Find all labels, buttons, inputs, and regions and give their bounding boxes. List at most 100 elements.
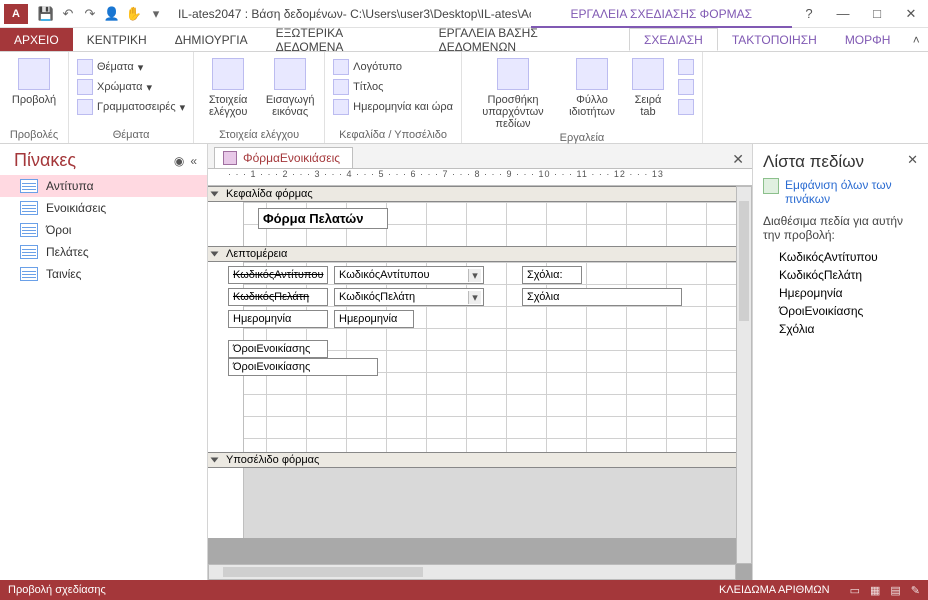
logo-button[interactable]: Λογότυπο <box>331 58 455 76</box>
field-list-title: Λίστα πεδίων <box>763 152 864 172</box>
show-all-tables-link[interactable]: Εμφάνιση όλων των πινάκων <box>763 178 918 206</box>
collapse-ribbon-icon[interactable]: ˄ <box>904 28 928 51</box>
group-controls: Στοιχεία ελέγχου <box>200 127 318 143</box>
view-design-icon[interactable]: ✎ <box>911 584 920 597</box>
title-label: Τίτλος <box>353 81 383 93</box>
nav-item-antitypa[interactable]: Αντίτυπα <box>0 175 207 197</box>
touch-icon[interactable]: ✋ <box>126 6 142 22</box>
nav-item-tainies[interactable]: Ταινίες <box>0 263 207 285</box>
property-sheet-button[interactable]: Φύλλο ιδιοτήτων <box>564 54 620 118</box>
table-icon <box>20 245 38 259</box>
tab-dbtools[interactable]: ΕΡΓΑΛΕΙΑ ΒΑΣΗΣ ΔΕΔΟΜΕΝΩΝ <box>425 28 629 51</box>
label-imerominia[interactable]: Ημερομηνία <box>228 310 328 328</box>
table-icon <box>20 267 38 281</box>
form-title-label[interactable]: Φόρμα Πελατών <box>258 208 388 229</box>
tab-arrange[interactable]: ΤΑΚΤΟΠΟΙΗΣΗ <box>718 28 831 51</box>
tab-home[interactable]: ΚΕΝΤΡΙΚΗ <box>73 28 161 51</box>
close-icon[interactable]: ✕ <box>894 0 928 28</box>
view-form-icon[interactable]: ▭ <box>850 584 860 597</box>
group-header: Κεφαλίδα / Υποσέλιδο <box>331 127 455 143</box>
colors-icon <box>77 79 93 95</box>
existing-fields-button[interactable]: Προσθήκη υπαρχόντων πεδίων <box>468 54 558 130</box>
vertical-ruler <box>226 202 244 246</box>
tab-file[interactable]: ΑΡΧΕΙΟ <box>0 28 73 51</box>
band-detail[interactable]: Λεπτομέρεια <box>208 246 752 262</box>
table-icon <box>20 223 38 237</box>
vertical-scrollbar[interactable] <box>736 186 752 564</box>
horizontal-scrollbar[interactable] <box>208 564 736 580</box>
minimize-icon[interactable]: — <box>826 0 860 28</box>
document-tab-label: ΦόρμαΕνοικιάσεις <box>243 151 340 165</box>
available-fields-label: Διαθέσιμα πεδία για αυτήν την προβολή: <box>763 214 918 242</box>
text-oroi[interactable]: ΌροιΕνοικίασης <box>228 358 378 376</box>
band-form-header[interactable]: Κεφαλίδα φόρμας <box>208 186 752 202</box>
window-title: IL-ates2047 : Βάση δεδομένων- C:\Users\u… <box>170 7 531 21</box>
title-button[interactable]: Τίτλος <box>331 78 455 96</box>
restore-icon[interactable]: □ <box>860 0 894 28</box>
tab-create[interactable]: ΔΗΜΙΟΥΡΓΙΑ <box>161 28 262 51</box>
save-icon[interactable]: 💾 <box>38 6 54 22</box>
nav-item-oroi[interactable]: Όροι <box>0 219 207 241</box>
status-view-mode: Προβολή σχεδίασης <box>8 584 106 596</box>
design-surface[interactable]: Κεφαλίδα φόρμας Φόρμα Πελατών Λεπτομέρει… <box>208 186 752 580</box>
tab-external[interactable]: ΕΞΩΤΕΡΙΚΑ ΔΕΔΟΜΕΝΑ <box>262 28 425 51</box>
navigation-pane: Πίνακες ◉ « Αντίτυπα Ενοικιάσεις Όροι Πε… <box>0 144 208 580</box>
property-sheet-icon <box>576 58 608 90</box>
field-kod-antitypou[interactable]: ΚωδικόςΑντίτυπου <box>763 248 918 266</box>
tab-design[interactable]: ΣΧΕΔΙΑΣΗ <box>629 28 718 51</box>
nav-filter-icon[interactable]: ◉ <box>174 154 184 168</box>
help-icon[interactable]: ? <box>792 0 826 28</box>
text-sxolia[interactable]: Σχόλια <box>522 288 682 306</box>
colors-button[interactable]: Χρώματα ▾ <box>75 78 187 96</box>
view-button[interactable]: Προβολή <box>6 54 62 106</box>
title-icon <box>333 79 349 95</box>
image-label: Εισαγωγή εικόνας <box>262 94 318 118</box>
label-oroi[interactable]: ΌροιΕνοικίασης <box>228 340 328 358</box>
insert-image-button[interactable]: Εισαγωγή εικόνας <box>262 54 318 118</box>
fonts-button[interactable]: Γραμματοσειρές ▾ <box>75 98 187 116</box>
undo-icon[interactable]: ↶ <box>60 6 76 22</box>
tab-format[interactable]: ΜΟΡΦΗ <box>831 28 905 51</box>
band-form-footer[interactable]: Υποσέλιδο φόρμας <box>208 452 752 468</box>
close-field-list-icon[interactable]: ✕ <box>907 152 918 172</box>
tab-order-button[interactable]: Σειρά tab <box>626 54 670 118</box>
view-layout-icon[interactable]: ▤ <box>890 584 900 597</box>
nav-item-pelates[interactable]: Πελάτες <box>0 241 207 263</box>
text-imerominia[interactable]: Ημερομηνία <box>334 310 414 328</box>
contextual-tab-label: ΕΡΓΑΛΕΙΑ ΣΧΕΔΙΑΣΗΣ ΦΟΡΜΑΣ <box>531 0 793 28</box>
tool-extra-3[interactable] <box>676 98 696 116</box>
nav-collapse-icon[interactable]: « <box>190 154 197 168</box>
view-datasheet-icon[interactable]: ▦ <box>870 584 880 597</box>
combo-kodikos-antitypou[interactable]: ΚωδικόςΑντίτυπου <box>334 266 484 284</box>
datetime-button[interactable]: Ημερομηνία και ώρα <box>331 98 455 116</box>
tool-extra-2[interactable] <box>676 78 696 96</box>
tool-extra-1[interactable] <box>676 58 696 76</box>
combo-kodikos-pelati[interactable]: ΚωδικόςΠελάτη <box>334 288 484 306</box>
nav-item-label: Πελάτες <box>46 245 89 259</box>
label-sxolia[interactable]: Σχόλια: <box>522 266 582 284</box>
vertical-ruler <box>226 468 244 538</box>
fonts-icon <box>77 99 93 115</box>
qat-menu-icon[interactable]: ▾ <box>148 6 164 22</box>
view-label: Προβολή <box>12 94 56 106</box>
document-tab[interactable]: ΦόρμαΕνοικιάσεις <box>214 147 353 168</box>
nav-item-enoikiaseis[interactable]: Ενοικιάσεις <box>0 197 207 219</box>
close-document-icon[interactable]: ✕ <box>732 151 744 168</box>
field-list-pane: Λίστα πεδίων✕ Εμφάνιση όλων των πινάκων … <box>752 144 928 580</box>
redo-icon[interactable]: ↷ <box>82 6 98 22</box>
field-kod-pelati[interactable]: ΚωδικόςΠελάτη <box>763 266 918 284</box>
horizontal-ruler: · · · 1 · · · 2 · · · 3 · · · 4 · · · 5 … <box>208 168 752 186</box>
field-oroi[interactable]: ΌροιΕνοικίασης <box>763 302 918 320</box>
themes-button[interactable]: Θέματα ▾ <box>75 58 187 76</box>
nav-header-title[interactable]: Πίνακες <box>14 150 76 171</box>
show-all-icon <box>763 178 779 194</box>
field-imerominia[interactable]: Ημερομηνία <box>763 284 918 302</box>
label-kodikos-antitypou[interactable]: ΚωδικόςΑντίτυπου <box>228 266 328 284</box>
label-kodikos-pelati[interactable]: ΚωδικόςΠελάτη <box>228 288 328 306</box>
status-numlock: ΚΛΕΙΔΩΜΑ ΑΡΙΘΜΩΝ <box>719 584 830 596</box>
user-icon[interactable]: 👤 <box>104 6 120 22</box>
field-sxolia[interactable]: Σχόλια <box>763 320 918 338</box>
controls-button[interactable]: Στοιχεία ελέγχου <box>200 54 256 118</box>
logo-label: Λογότυπο <box>353 61 402 73</box>
nav-item-label: Ταινίες <box>46 267 81 281</box>
